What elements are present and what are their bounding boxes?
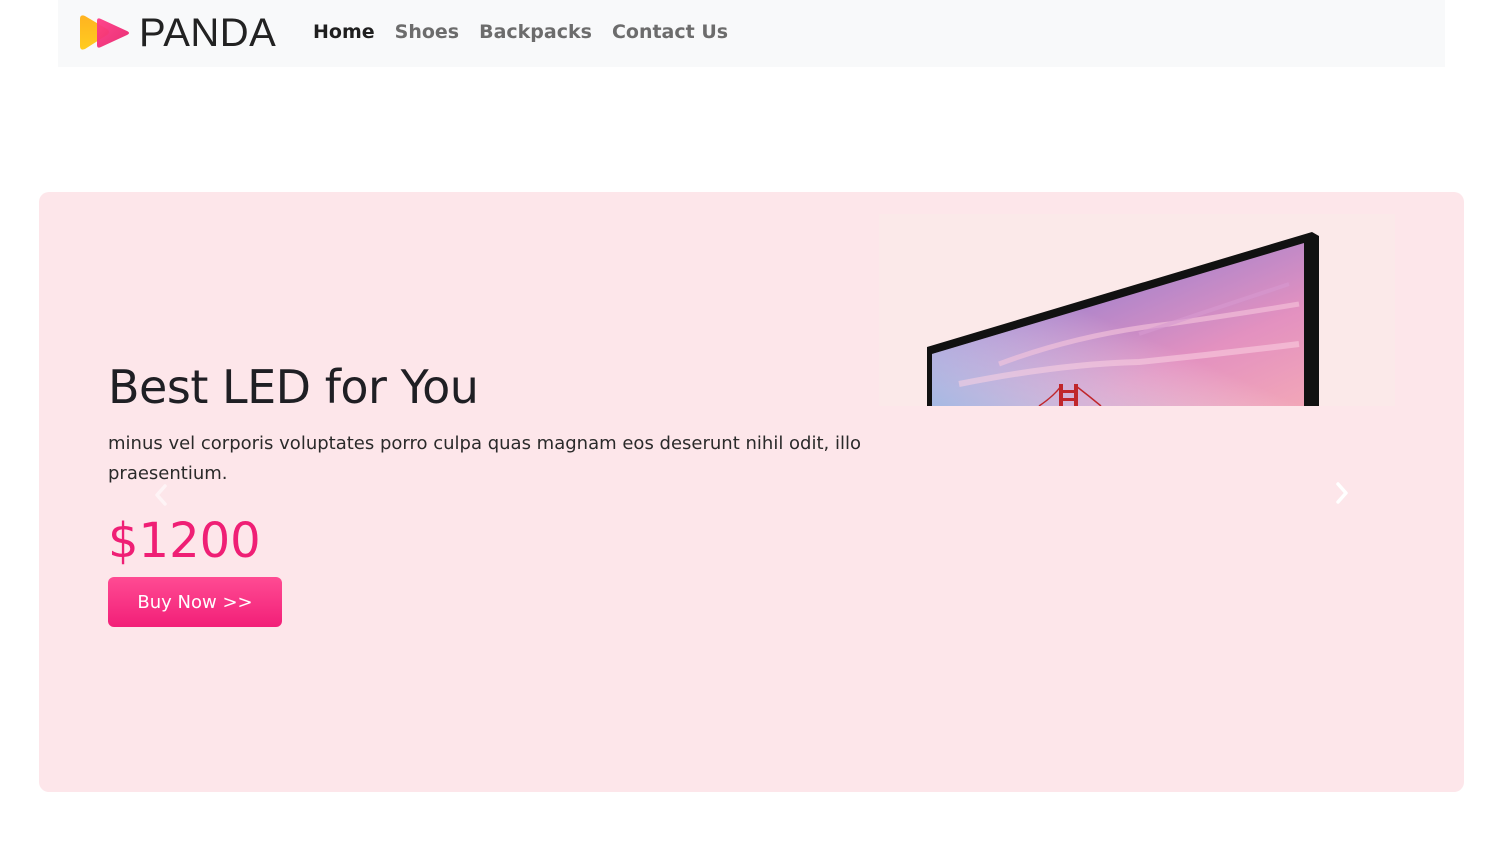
product-price: $1200 — [108, 513, 261, 569]
chevron-right-icon — [1336, 482, 1348, 504]
hero-title: Best LED for You — [108, 360, 479, 414]
nav-item-contact-us[interactable]: Contact Us — [612, 19, 728, 45]
hero-description: minus vel corporis voluptates porro culp… — [108, 433, 861, 484]
carousel-prev-button[interactable] — [141, 475, 181, 515]
hero-carousel: Best LED for You minus vel corporis volu… — [39, 192, 1464, 792]
navbar: PANDA Home Shoes Backpacks Contact Us — [58, 0, 1445, 67]
brand-name: PANDA — [139, 11, 277, 55]
buy-now-button[interactable]: Buy Now >> — [108, 577, 282, 627]
nav-item-shoes[interactable]: Shoes — [395, 19, 459, 45]
chevron-left-icon — [155, 484, 167, 506]
nav-item-backpacks[interactable]: Backpacks — [479, 19, 592, 45]
brand-logo[interactable]: PANDA — [77, 10, 276, 56]
main-nav: Home Shoes Backpacks Contact Us — [313, 19, 728, 45]
play-arrows-logo-icon — [80, 15, 129, 50]
product-image — [879, 214, 1395, 406]
nav-item-home[interactable]: Home — [313, 19, 375, 45]
carousel-next-button[interactable] — [1322, 473, 1362, 513]
